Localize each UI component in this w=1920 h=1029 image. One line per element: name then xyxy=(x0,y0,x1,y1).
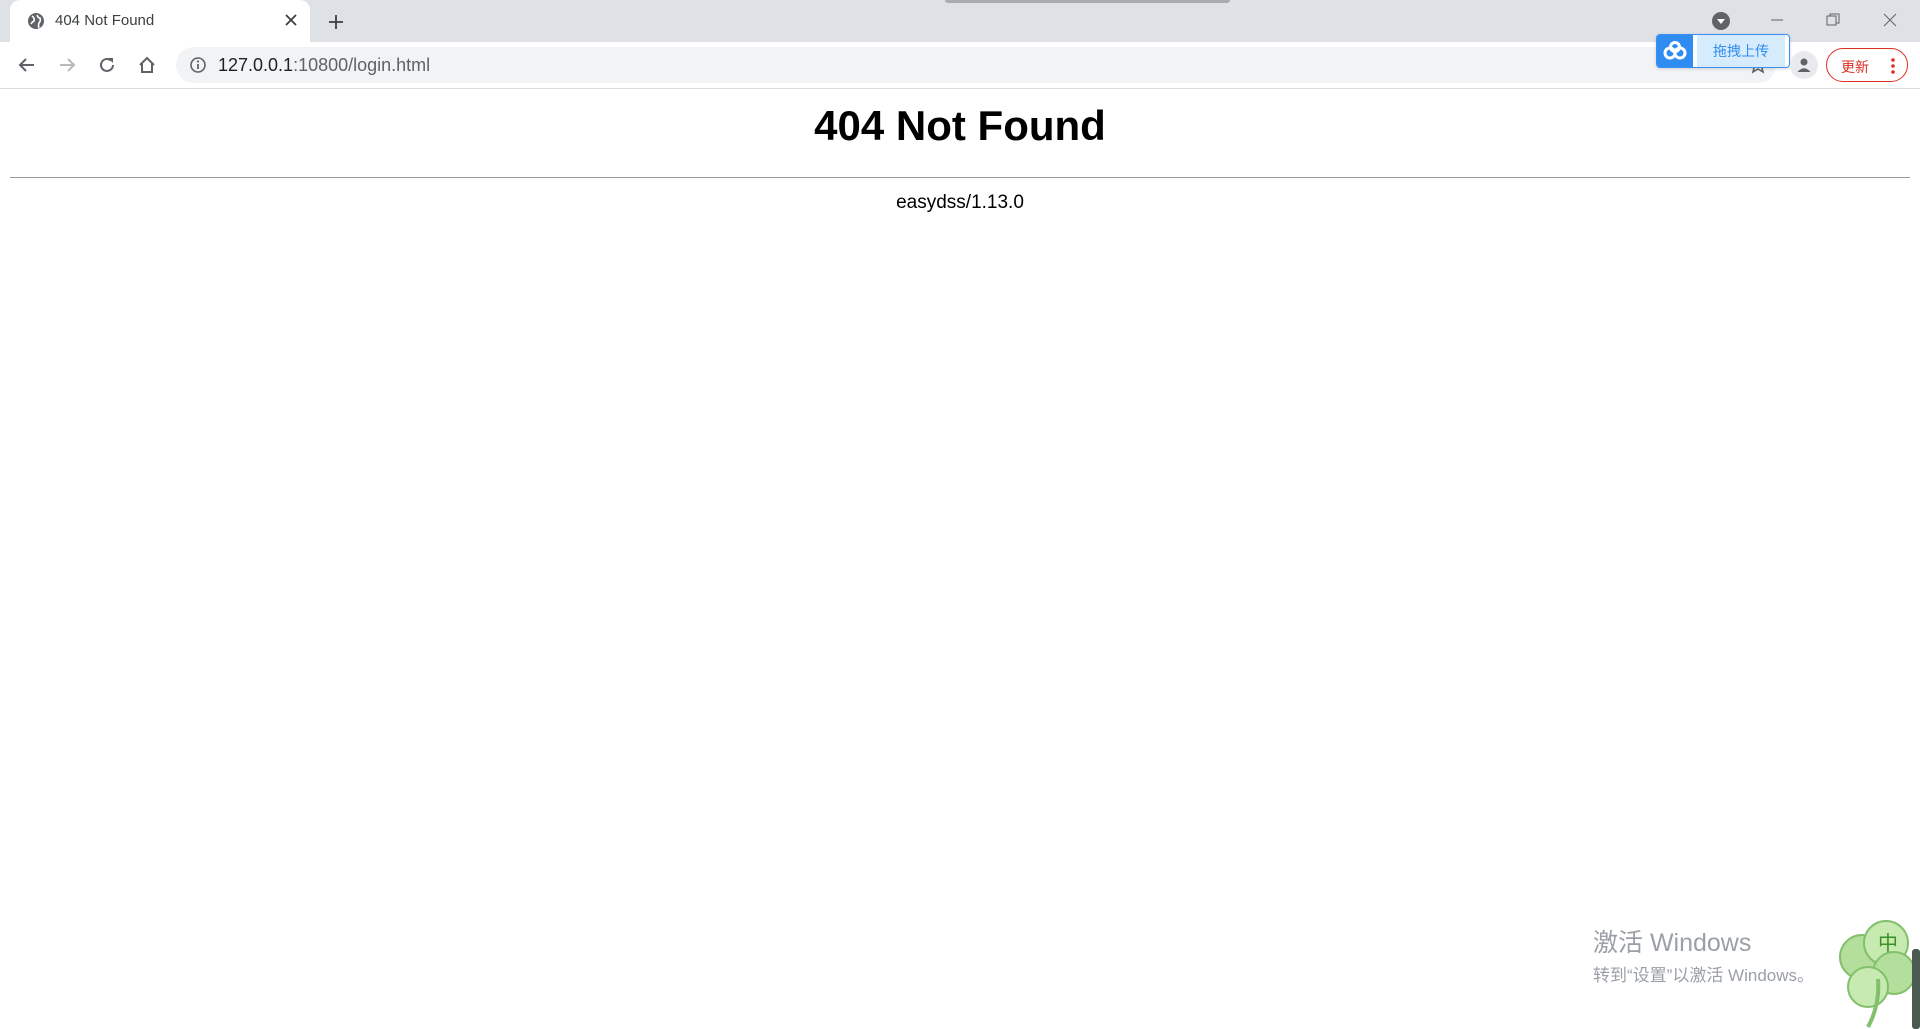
ime-clover-icon[interactable]: 中 xyxy=(1828,913,1920,1029)
url-host: 127.0.0.1 xyxy=(218,55,294,75)
ime-label: 中 xyxy=(1878,931,1898,955)
reload-icon[interactable] xyxy=(91,49,123,81)
tab-search-icon[interactable] xyxy=(1710,10,1732,32)
profile-avatar-icon[interactable] xyxy=(1790,51,1818,79)
forward-arrow-icon[interactable] xyxy=(51,49,83,81)
minimize-icon[interactable] xyxy=(1754,4,1800,36)
update-button[interactable]: 更新 xyxy=(1826,48,1908,82)
site-info-icon[interactable] xyxy=(188,55,208,75)
server-signature: easydss/1.13.0 xyxy=(896,192,1024,213)
window-close-icon[interactable] xyxy=(1867,4,1913,36)
new-tab-button[interactable] xyxy=(323,9,349,35)
update-label: 更新 xyxy=(1841,59,1869,75)
tab-strip: 404 Not Found xyxy=(0,0,1920,42)
url-path: :10800/login.html xyxy=(293,55,431,75)
activation-watermark: 激活 Windows 转到“设置”以激活 Windows。 xyxy=(1593,923,1814,986)
watermark-title: 激活 Windows xyxy=(1593,929,1752,957)
menu-dots-icon[interactable] xyxy=(1889,57,1897,75)
watermark-subtitle: 转到“设置”以激活 Windows。 xyxy=(1593,966,1815,985)
tab-drag-shadow xyxy=(945,0,1230,3)
drag-upload-label: 拖拽上传 xyxy=(1697,35,1785,67)
home-icon[interactable] xyxy=(131,49,163,81)
restore-icon[interactable] xyxy=(1810,4,1856,36)
page-content: 404 Not Found easydss/1.13.0 xyxy=(0,88,1920,1029)
cloud-upload-extension[interactable]: 拖拽上传 xyxy=(1656,34,1790,68)
error-heading: 404 Not Found xyxy=(814,102,1106,149)
tab-title: 404 Not Found xyxy=(55,12,155,29)
close-tab-icon[interactable] xyxy=(280,9,302,31)
browser-toolbar: 127.0.0.1:10800/login.html 拖拽上传 更新 xyxy=(0,34,1920,89)
address-bar[interactable]: 127.0.0.1:10800/login.html xyxy=(176,47,1776,83)
cloud-logo-icon xyxy=(1657,35,1693,67)
divider xyxy=(10,177,1910,178)
url-text: 127.0.0.1:10800/login.html xyxy=(218,55,430,76)
globe-icon xyxy=(26,11,46,31)
browser-tab[interactable]: 404 Not Found xyxy=(10,0,310,42)
back-arrow-icon[interactable] xyxy=(11,49,43,81)
